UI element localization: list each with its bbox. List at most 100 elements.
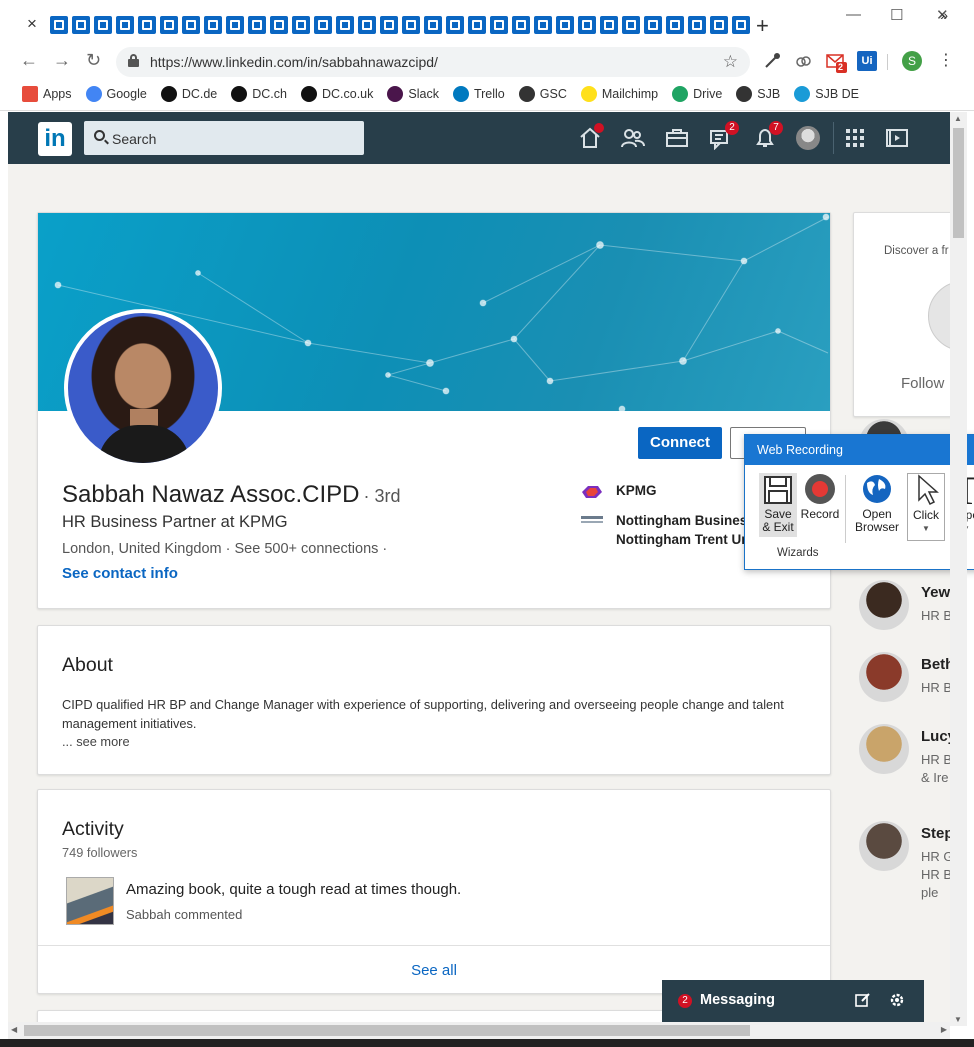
company-kpmg[interactable]: KPMG [580, 483, 657, 501]
vertical-scroll-thumb[interactable] [953, 128, 964, 238]
compose-icon[interactable] [854, 991, 872, 1009]
reload-icon[interactable]: ↻ [86, 50, 101, 71]
scroll-up-icon[interactable]: ▲ [954, 114, 962, 123]
my-network-icon[interactable] [621, 126, 645, 150]
profile-photo[interactable] [64, 309, 222, 467]
bookmark-item[interactable]: DC.ch [231, 86, 287, 102]
suggested-person[interactable]: Step HR G HR B ple [859, 821, 950, 900]
bookmark-item[interactable]: Apps [22, 86, 72, 102]
person-avatar[interactable] [859, 724, 909, 774]
tab-linkedin-favicon-icon[interactable] [468, 16, 486, 34]
record-button[interactable]: Record [799, 473, 841, 521]
tab-linkedin-favicon-icon[interactable] [644, 16, 662, 34]
settings-gear-icon[interactable] [888, 991, 906, 1009]
bookmark-item[interactable]: GSC [518, 86, 567, 102]
learning-icon[interactable] [885, 126, 909, 150]
tab-linkedin-favicon-icon[interactable] [490, 16, 508, 34]
tab-linkedin-favicon-icon[interactable] [116, 16, 134, 34]
tab-linkedin-favicon-icon[interactable] [666, 16, 684, 34]
person-name[interactable]: Yewa [921, 584, 950, 601]
linkedin-logo[interactable]: in [38, 122, 72, 156]
me-avatar[interactable] [796, 126, 820, 150]
scroll-right-icon[interactable]: ▶ [941, 1025, 947, 1034]
messaging-icon[interactable]: 2 [709, 121, 739, 151]
tab-linkedin-favicon-icon[interactable] [94, 16, 112, 34]
suggested-person[interactable]: Lucy HR B & Ire [859, 724, 950, 788]
post-title[interactable]: Amazing book, quite a tough read at time… [126, 881, 461, 898]
tab-linkedin-favicon-icon[interactable] [182, 16, 200, 34]
tab-linkedin-favicon-icon[interactable] [512, 16, 530, 34]
cloud-extension-icon[interactable] [793, 51, 813, 71]
click-button[interactable]: Click ▼ [907, 473, 945, 541]
follow-button[interactable]: Follow [901, 375, 944, 392]
person-name[interactable]: Step [921, 825, 950, 842]
contact-info-link[interactable]: See contact info [62, 565, 178, 582]
tab-linkedin-favicon-icon[interactable] [380, 16, 398, 34]
tab-linkedin-favicon-icon[interactable] [446, 16, 464, 34]
tab-linkedin-favicon-icon[interactable] [688, 16, 706, 34]
bookmark-item[interactable]: Slack [387, 86, 439, 102]
tab-linkedin-favicon-icon[interactable] [424, 16, 442, 34]
tab-linkedin-favicon-icon[interactable] [732, 16, 750, 34]
chrome-menu-icon[interactable]: ⋮ [938, 50, 954, 70]
tab-linkedin-favicon-icon[interactable] [204, 16, 222, 34]
forward-arrow-icon[interactable]: → [53, 50, 71, 71]
horizontal-scrollbar[interactable]: ◀ ▶ [8, 1022, 950, 1039]
bookmark-item[interactable]: Trello [452, 86, 505, 102]
eyedropper-extension-icon[interactable] [762, 51, 782, 71]
tab-linkedin-favicon-icon[interactable] [270, 16, 288, 34]
bookmark-item[interactable]: DC.co.uk [300, 86, 373, 102]
notifications-icon[interactable]: 7 [753, 121, 783, 150]
horizontal-scroll-thumb[interactable] [24, 1025, 750, 1036]
person-avatar[interactable] [859, 821, 909, 871]
tab-linkedin-favicon-icon[interactable] [50, 16, 68, 34]
new-tab-button[interactable]: + [756, 13, 769, 39]
click-dropdown-icon[interactable]: ▼ [908, 522, 944, 535]
tab-linkedin-favicon-icon[interactable] [710, 16, 728, 34]
person-name[interactable]: Beth [921, 656, 950, 673]
messaging-bar[interactable]: 2 Messaging [662, 980, 924, 1022]
bookmark-item[interactable]: Drive [672, 86, 722, 102]
profile-avatar[interactable]: S [902, 51, 922, 71]
suggested-person[interactable]: Beth HR B [859, 652, 950, 716]
tab-linkedin-favicon-icon[interactable] [358, 16, 376, 34]
tab-linkedin-favicon-icon[interactable] [336, 16, 354, 34]
bookmark-item[interactable]: Mailchimp [580, 86, 658, 102]
post-thumbnail[interactable] [66, 877, 114, 925]
minimize-button[interactable]: — [846, 6, 861, 23]
bookmark-star-icon[interactable]: ☆ [723, 52, 738, 72]
suggested-person[interactable]: Yewa HR B [859, 580, 950, 644]
bookmark-item[interactable]: SJB [736, 86, 780, 102]
uipath-extension-icon[interactable]: Ui [857, 51, 877, 71]
tab-linkedin-favicon-icon[interactable] [314, 16, 332, 34]
search-input[interactable]: Search [84, 121, 364, 155]
bookmark-item[interactable]: SJB DE [794, 86, 859, 102]
tab-linkedin-favicon-icon[interactable] [72, 16, 90, 34]
tab-linkedin-favicon-icon[interactable] [402, 16, 420, 34]
vertical-scrollbar[interactable]: ▲ ▼ [950, 112, 967, 1026]
tab-linkedin-favicon-icon[interactable] [578, 16, 596, 34]
jobs-icon[interactable] [665, 126, 689, 150]
person-avatar[interactable] [859, 652, 909, 702]
bookmark-item[interactable]: DC.de [160, 86, 217, 102]
home-icon[interactable] [578, 123, 604, 150]
tab-linkedin-favicon-icon[interactable] [534, 16, 552, 34]
tab-linkedin-favicon-icon[interactable] [622, 16, 640, 34]
tab-linkedin-favicon-icon[interactable] [556, 16, 574, 34]
tab-linkedin-favicon-icon[interactable] [226, 16, 244, 34]
back-arrow-icon[interactable]: ← [20, 50, 38, 71]
save-exit-button[interactable]: Save & Exit [759, 473, 797, 537]
person-name[interactable]: Lucy [921, 728, 950, 745]
open-browser-button[interactable]: Open Browser [849, 473, 905, 534]
gmail-extension-icon[interactable]: 2 [826, 51, 847, 73]
tab-linkedin-favicon-icon[interactable] [138, 16, 156, 34]
tab-linkedin-favicon-icon[interactable] [600, 16, 618, 34]
bookmark-item[interactable]: Google [85, 86, 147, 102]
connect-button[interactable]: Connect [638, 427, 722, 459]
scroll-left-icon[interactable]: ◀ [11, 1025, 17, 1034]
profile-location[interactable]: London, United Kingdom · See 500+ connec… [62, 541, 387, 557]
tab-linkedin-favicon-icon[interactable] [292, 16, 310, 34]
see-more-link[interactable]: ... see more [62, 734, 130, 749]
maximize-button[interactable]: ☐ [890, 6, 903, 24]
scroll-down-icon[interactable]: ▼ [954, 1015, 962, 1024]
